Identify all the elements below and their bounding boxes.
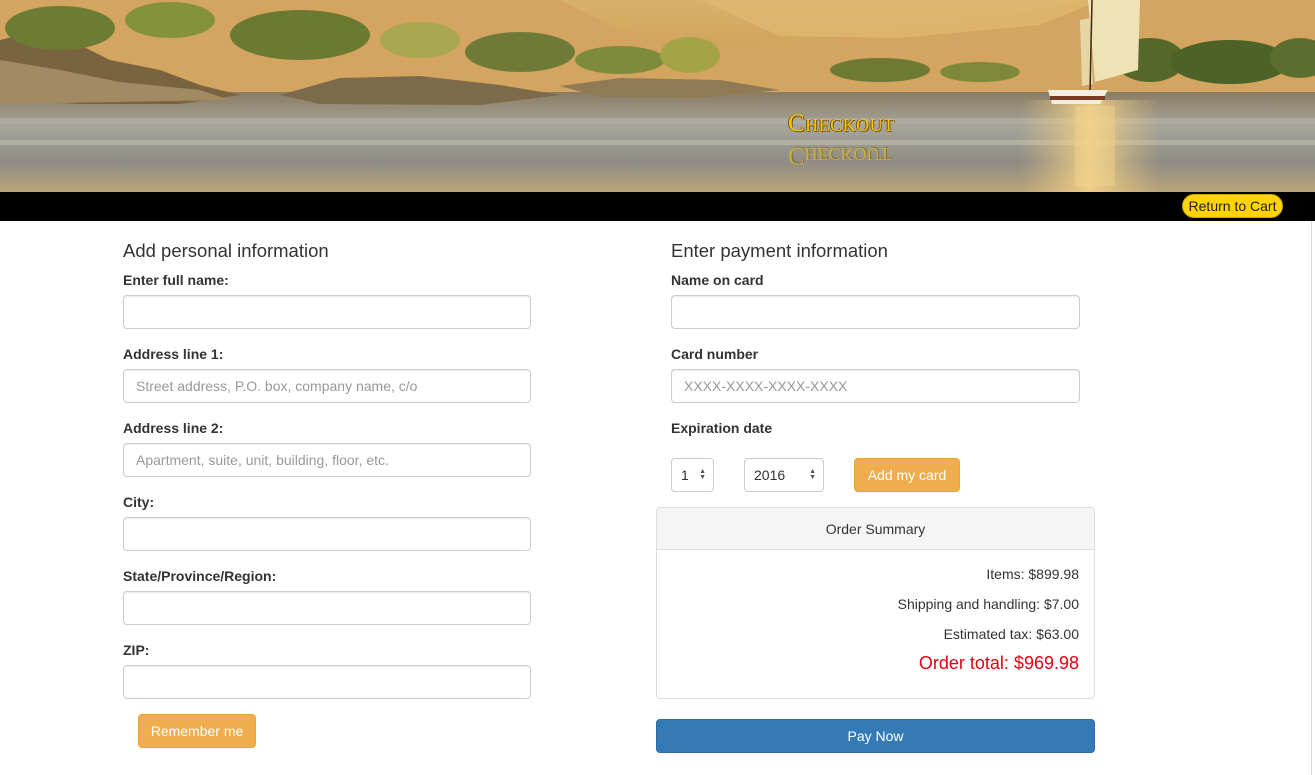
address-line-1-label: Address line 1: — [123, 346, 224, 362]
remember-me-button[interactable]: Remember me — [138, 714, 256, 748]
order-summary-panel: Order Summary Items: $899.98 Shipping an… — [656, 507, 1095, 699]
zip-label: ZIP: — [123, 642, 150, 658]
select-arrows-icon: ▲ ▼ — [809, 468, 816, 481]
city-input[interactable] — [123, 517, 531, 551]
card-number-label: Card number — [671, 346, 759, 362]
page-title: Checkout — [788, 110, 895, 137]
name-on-card-input[interactable] — [671, 295, 1080, 329]
return-to-cart-button[interactable]: Return to Cart — [1182, 194, 1283, 218]
expiration-date-label: Expiration date — [671, 420, 773, 436]
city-label: City: — [123, 494, 155, 510]
card-number-input[interactable] — [671, 369, 1080, 403]
river-landscape-image — [0, 0, 1315, 192]
zip-input[interactable] — [123, 665, 531, 699]
expiration-year-select[interactable]: 2016 ▲ ▼ — [744, 458, 824, 492]
items-subtotal: Items: $899.98 — [986, 566, 1079, 582]
full-name-label: Enter full name: — [123, 272, 229, 288]
payment-info-heading: Enter payment information — [671, 240, 888, 261]
full-name-input[interactable] — [123, 295, 531, 329]
page-title-reflection: Checkout — [788, 142, 891, 169]
header-banner: Checkout Checkout — [0, 0, 1315, 192]
personal-info-heading: Add personal information — [123, 240, 329, 261]
divider — [1311, 221, 1312, 775]
order-total: Order total: $969.98 — [918, 653, 1079, 673]
name-on-card-label: Name on card — [671, 272, 764, 288]
select-arrows-icon: ▲ ▼ — [699, 468, 706, 481]
estimated-tax: Estimated tax: $63.00 — [943, 626, 1079, 642]
state-label: State/Province/Region: — [123, 568, 277, 584]
add-my-card-button[interactable]: Add my card — [854, 458, 960, 492]
expiration-year-value: 2016 — [754, 467, 786, 483]
state-input[interactable] — [123, 591, 531, 625]
top-bar — [0, 192, 1315, 221]
order-summary-header: Order Summary — [657, 508, 1094, 550]
address-line-1-input[interactable] — [123, 369, 531, 403]
pay-now-button[interactable]: Pay Now — [656, 719, 1095, 753]
shipping-and-handling: Shipping and handling: $7.00 — [897, 596, 1079, 612]
address-line-2-label: Address line 2: — [123, 420, 224, 436]
address-line-2-input[interactable] — [123, 443, 531, 477]
expiration-month-select[interactable]: 1 ▲ ▼ — [671, 458, 714, 492]
expiration-month-value: 1 — [681, 467, 689, 483]
